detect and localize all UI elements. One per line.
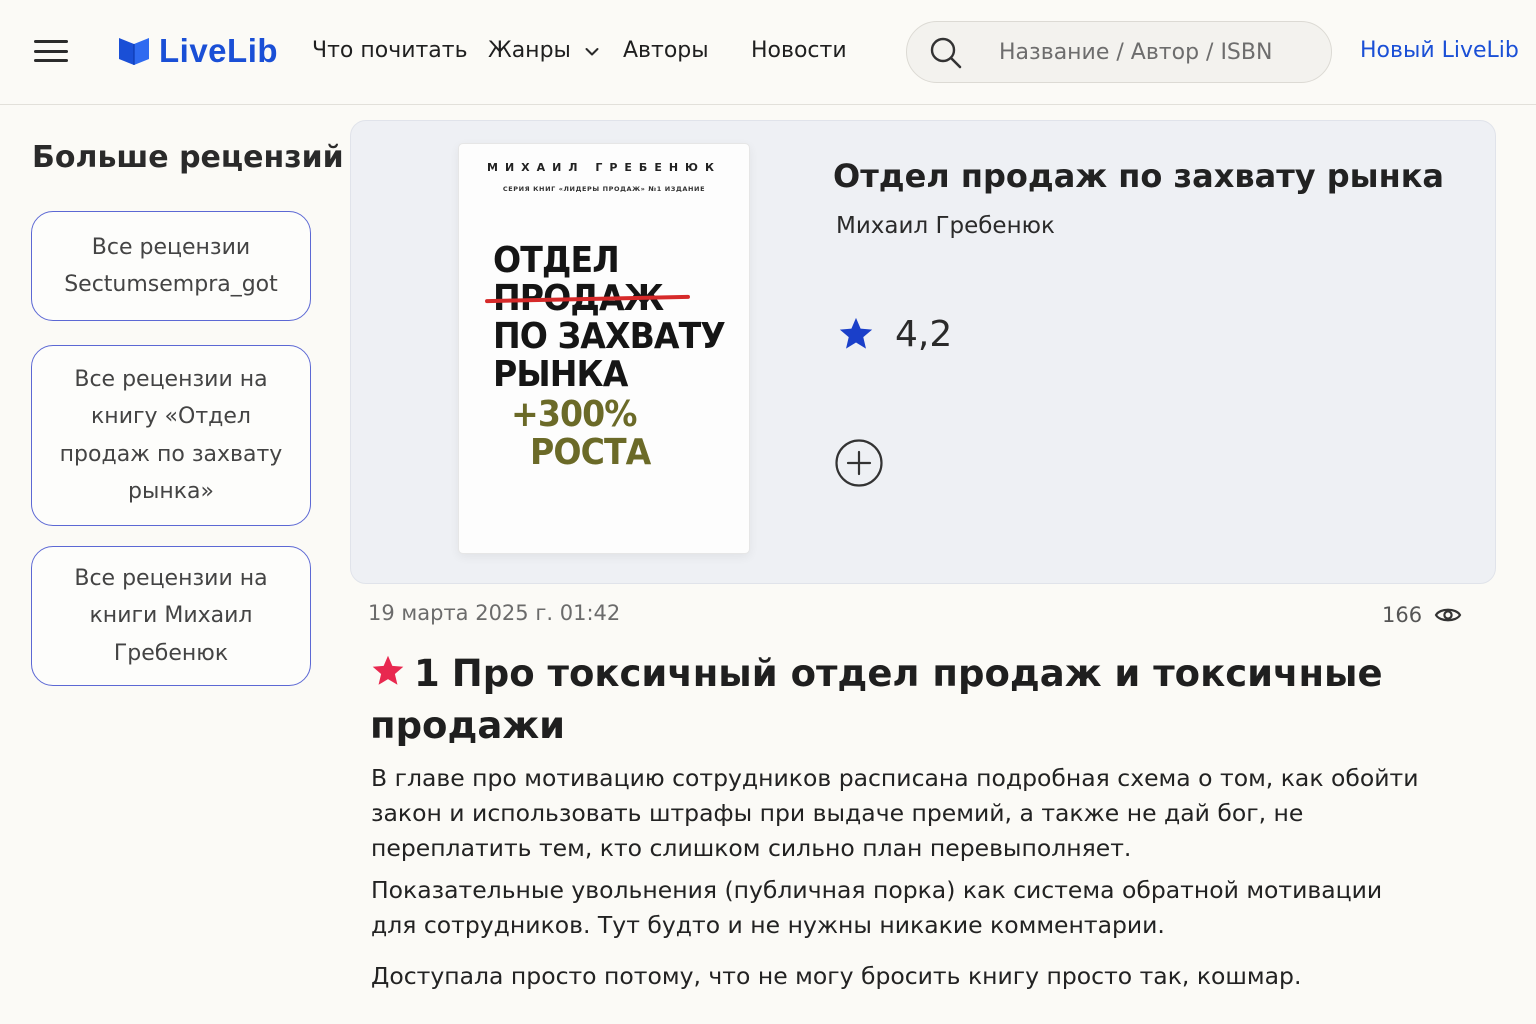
star-icon <box>370 651 406 687</box>
button-label: Все рецензии на книгу «Отдел продаж по з… <box>59 366 283 505</box>
nav-label: Авторы <box>623 38 709 63</box>
views-count: 166 <box>1382 603 1423 627</box>
eye-icon <box>1434 608 1462 622</box>
cover-title-line: ОТДЕЛ <box>493 240 620 281</box>
review-title-text: Про токсичный отдел продаж и токсичные п… <box>370 652 1383 747</box>
plus-circle-icon[interactable] <box>834 438 884 488</box>
cover-title-line: +300% <box>511 394 637 435</box>
review-paragraph: Доступала просто потому, что не могу бро… <box>371 962 1302 990</box>
button-label: Все рецензии Sectumsempra_got <box>64 234 278 298</box>
cover-series: СЕРИЯ КНИГ «ЛИДЕРЫ ПРОДАЖ» №1 ИЗДАНИЕ <box>502 185 706 193</box>
cover-title-line: ПО ЗАХВАТУ <box>493 316 726 357</box>
book-card: МИХАИЛ ГРЕБЕНЮК СЕРИЯ КНИГ «ЛИДЕРЫ ПРОДА… <box>350 120 1496 584</box>
nav-authors[interactable]: Авторы <box>623 38 709 63</box>
nav-label: Жанры <box>488 38 571 63</box>
logo-text: LiveLib <box>159 32 279 69</box>
button-label: Все рецензии на книги Михаил Гребенюк <box>74 565 268 666</box>
book-rating: 4,2 <box>895 314 953 355</box>
review-title: 1 Про токсичный отдел продаж и токсичные … <box>370 648 1410 752</box>
search-bar <box>906 21 1332 83</box>
all-book-reviews-button[interactable]: Все рецензии на книгу «Отдел продаж по з… <box>31 345 311 526</box>
review-paragraph: В главе про мотивацию сотрудников распис… <box>371 764 1419 862</box>
review-paragraph: Показательные увольнения (публичная порк… <box>371 876 1383 939</box>
review-score: 1 <box>414 652 440 695</box>
nav-news[interactable]: Новости <box>751 38 847 63</box>
sidebar-title: Больше рецензий <box>32 140 344 175</box>
all-user-reviews-button[interactable]: Все рецензии Sectumsempra_got <box>31 211 311 321</box>
star-icon <box>839 317 873 349</box>
cover-title-line: РОСТА <box>530 432 651 473</box>
cover-title-line: РЫНКА <box>493 354 628 395</box>
menu-icon[interactable] <box>34 40 68 64</box>
cover-author: МИХАИЛ ГРЕБЕНЮК <box>487 161 721 174</box>
top-header: LiveLib Что почитать Жанры Авторы Новост… <box>0 0 1536 105</box>
search-input[interactable] <box>999 34 1309 70</box>
book-author[interactable]: Михаил Гребенюк <box>836 213 1055 239</box>
book-title[interactable]: Отдел продаж по захвату рынка <box>833 157 1444 195</box>
chevron-down-icon <box>585 47 599 55</box>
nav-label: Что почитать <box>312 38 468 63</box>
views-counter: 166 <box>1382 603 1462 627</box>
nav-genres[interactable]: Жанры <box>488 38 599 63</box>
search-icon[interactable] <box>929 36 963 70</box>
nav-what-to-read[interactable]: Что почитать <box>312 38 468 63</box>
all-author-reviews-button[interactable]: Все рецензии на книги Михаил Гребенюк <box>31 546 311 686</box>
site-logo[interactable]: LiveLib <box>117 32 278 70</box>
new-livelib-link[interactable]: Новый LiveLib <box>1360 38 1519 63</box>
review-date: 19 марта 2025 г. 01:42 <box>368 601 621 625</box>
nav-label: Новости <box>751 38 847 63</box>
book-cover[interactable]: МИХАИЛ ГРЕБЕНЮК СЕРИЯ КНИГ «ЛИДЕРЫ ПРОДА… <box>458 143 750 554</box>
logo-book-icon <box>119 38 149 65</box>
